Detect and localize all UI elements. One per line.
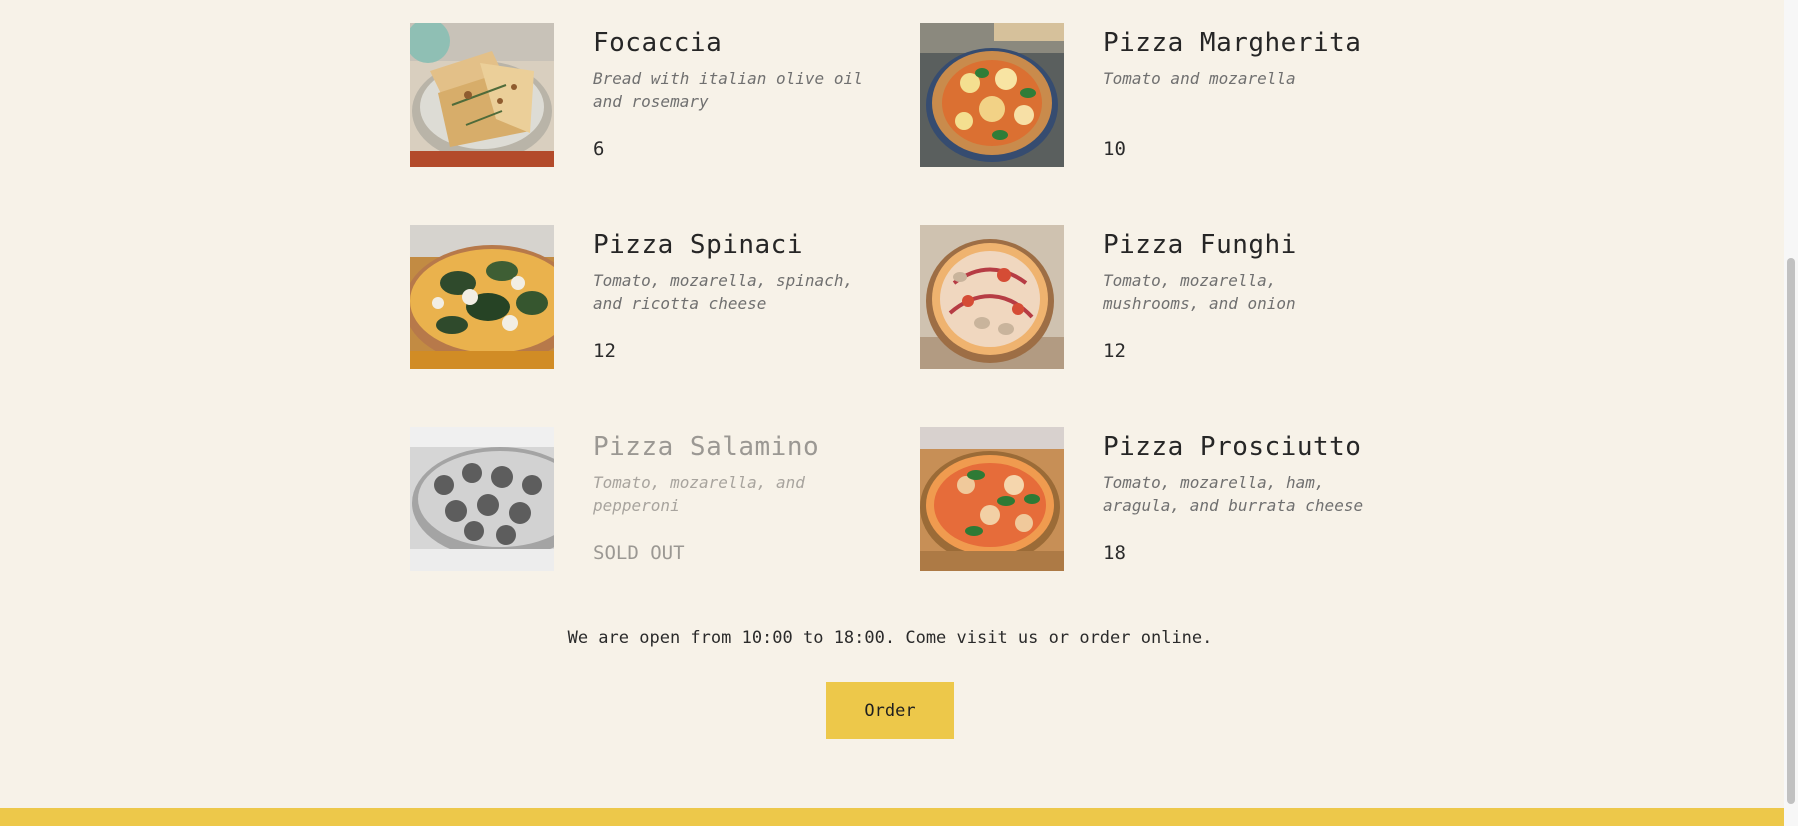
- pizza-info: Pizza Prosciutto Tomato, mozarella, ham,…: [1103, 427, 1379, 567]
- sold-out-label: SOLD OUT: [593, 542, 685, 564]
- pizza-ingredients: Tomato, mozarella, and pepperoni: [593, 473, 805, 515]
- pizza-price: 12: [593, 340, 616, 362]
- prosciutto-image-icon: [920, 427, 1064, 571]
- pizza-card: Pizza Spinaci Tomato, mozarella, spinach…: [410, 225, 900, 369]
- funghi-image-icon: [920, 225, 1064, 369]
- pizza-name: Pizza Margherita: [1103, 28, 1362, 58]
- pizza-card: Focaccia Bread with italian olive oil an…: [410, 23, 900, 167]
- pizza-name: Pizza Spinaci: [593, 230, 803, 260]
- pizza-card: Pizza Margherita Tomato and mozarella 10: [920, 23, 1410, 167]
- funghi-photo: [920, 225, 1064, 369]
- pizza-card: Pizza Prosciutto Tomato, mozarella, ham,…: [920, 427, 1410, 571]
- pizza-info: Focaccia Bread with italian olive oil an…: [593, 23, 869, 163]
- pizza-info: Pizza Salamino Tomato, mozarella, and pe…: [593, 427, 869, 567]
- pizza-info: Pizza Margherita Tomato and mozarella 10: [1103, 23, 1379, 163]
- margherita-image-icon: [920, 23, 1064, 167]
- pizza-menu: Focaccia Bread with italian olive oil an…: [410, 23, 1390, 571]
- pizza-ingredients: Tomato and mozarella: [1103, 69, 1296, 88]
- prosciutto-photo: [920, 427, 1064, 571]
- salamino-photo: [410, 427, 554, 571]
- pizza-name: Pizza Salamino: [593, 432, 820, 462]
- pizza-price: 12: [1103, 340, 1126, 362]
- order-section: We are open from 10:00 to 18:00. Come vi…: [0, 620, 1780, 739]
- focaccia-photo: [410, 23, 554, 167]
- pizza-info: Pizza Spinaci Tomato, mozarella, spinach…: [593, 225, 869, 365]
- pizza-name: Focaccia: [593, 28, 723, 58]
- pizza-info: Pizza Funghi Tomato, mozarella, mushroom…: [1103, 225, 1379, 365]
- focaccia-image-icon: [410, 23, 554, 167]
- margherita-photo: [920, 23, 1064, 167]
- pizza-ingredients: Tomato, mozarella, spinach, and ricotta …: [593, 271, 854, 313]
- pizza-price: 18: [1103, 542, 1126, 564]
- pizza-ingredients: Bread with italian olive oil and rosemar…: [593, 69, 863, 111]
- spinaci-photo: [410, 225, 554, 369]
- pizza-name: Pizza Funghi: [1103, 230, 1297, 260]
- footer-bar: [0, 808, 1798, 826]
- salamino-image-icon: [410, 427, 554, 571]
- pizza-name: Pizza Prosciutto: [1103, 432, 1362, 462]
- pizza-price: 6: [593, 138, 605, 160]
- pizza-price: 10: [1103, 138, 1126, 160]
- spinaci-image-icon: [410, 225, 554, 369]
- page: Focaccia Bread with italian olive oil an…: [0, 0, 1798, 826]
- pizza-card: Pizza Funghi Tomato, mozarella, mushroom…: [920, 225, 1410, 369]
- pizza-ingredients: Tomato, mozarella, ham, aragula, and bur…: [1103, 473, 1364, 515]
- opening-hours-text: We are open from 10:00 to 18:00. Come vi…: [567, 628, 1213, 648]
- pizza-ingredients: Tomato, mozarella, mushrooms, and onion: [1103, 271, 1296, 313]
- pizza-card-sold-out: Pizza Salamino Tomato, mozarella, and pe…: [410, 427, 900, 571]
- scrollbar-thumb[interactable]: [1787, 258, 1795, 804]
- vertical-scrollbar[interactable]: [1784, 0, 1798, 826]
- order-button[interactable]: Order: [826, 682, 954, 739]
